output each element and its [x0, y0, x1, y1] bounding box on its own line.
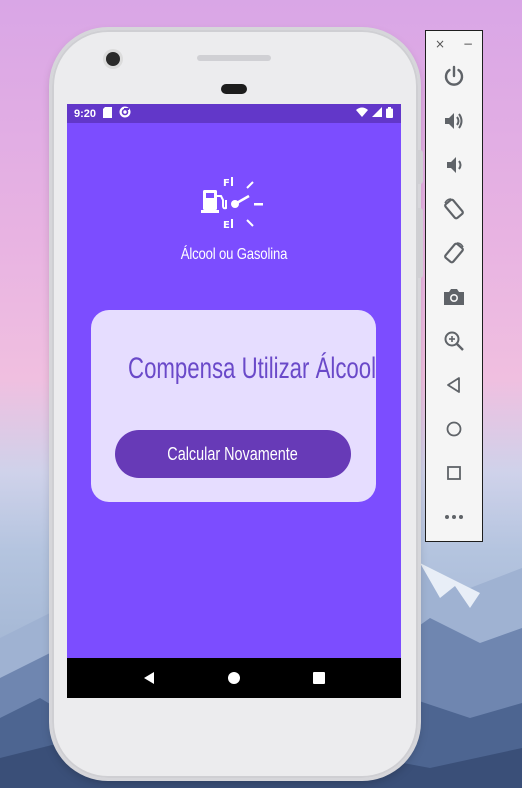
svg-text:E: E: [223, 220, 230, 231]
navigation-bar: [67, 658, 401, 698]
nav-home-icon[interactable]: [222, 666, 246, 690]
fuel-gauge-logo-icon: F E: [199, 174, 269, 234]
home-icon[interactable]: [440, 415, 468, 443]
volume-side-button[interactable]: [418, 208, 423, 278]
power-side-button[interactable]: [418, 150, 423, 184]
status-bar: 9:20: [67, 104, 401, 123]
rotate-right-icon[interactable]: [440, 239, 468, 267]
volume-down-icon[interactable]: [440, 151, 468, 179]
volume-up-icon[interactable]: [440, 107, 468, 135]
device-screen: 9:20 F E Álcool ou Gasolina Compensa Uti…: [67, 104, 401, 698]
toolbar-close-button[interactable]: ×: [430, 37, 450, 51]
recalculate-button[interactable]: Calcular Novamente: [115, 430, 351, 478]
svg-text:F: F: [223, 178, 230, 189]
nav-back-icon[interactable]: [137, 666, 161, 690]
battery-icon: [386, 106, 393, 121]
power-icon[interactable]: [440, 62, 468, 90]
back-icon[interactable]: [440, 371, 468, 399]
signal-icon: [372, 107, 382, 120]
result-card: Compensa Utilizar Álcool Calcular Novame…: [91, 310, 376, 502]
zoom-icon[interactable]: [440, 327, 468, 355]
speaker-grille: [197, 55, 271, 61]
earpiece: [221, 84, 247, 94]
rotate-left-icon[interactable]: [440, 195, 468, 223]
app-title: Álcool ou Gasolina: [180, 246, 288, 263]
nav-overview-icon[interactable]: [307, 666, 331, 690]
screenshot-icon[interactable]: [440, 283, 468, 311]
toolbar-minimize-button[interactable]: −: [458, 37, 478, 51]
overview-icon[interactable]: [440, 459, 468, 487]
wifi-icon: [356, 107, 368, 120]
front-camera: [106, 52, 120, 66]
recalculate-button-label: Calcular Novamente: [167, 443, 299, 464]
status-time: 9:20: [74, 107, 97, 120]
more-icon[interactable]: [440, 503, 468, 531]
result-text: Compensa Utilizar Álcool: [128, 352, 377, 385]
sd-card-icon: [103, 106, 113, 121]
emulator-toolbar: × −: [425, 30, 483, 542]
sync-icon: [119, 106, 131, 121]
